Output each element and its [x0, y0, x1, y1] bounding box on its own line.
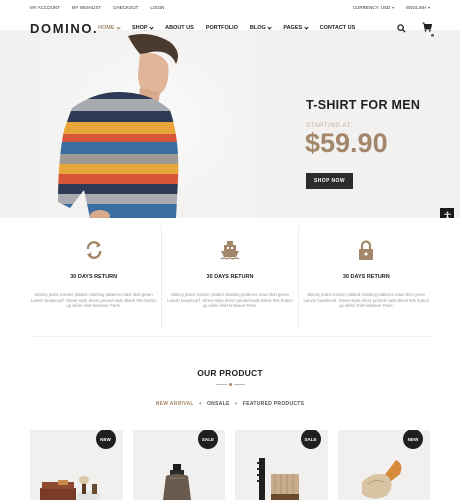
ornament-line [215, 383, 227, 385]
hero-price: $59.90 [305, 128, 388, 158]
nav-home-label: HOME [98, 25, 115, 31]
main-header: DOMINO. HOME SHOP ABOUT US PORTFOLIO BLO… [0, 14, 460, 42]
product-grid: NEW SALE SALE NEW [30, 430, 430, 500]
shop-now-button[interactable]: SHOP NOW [306, 173, 353, 189]
cart-icon [422, 22, 433, 32]
header-actions: 0 [397, 19, 435, 38]
nav-contact-label: CONTACT US [319, 25, 356, 31]
hero-model-image [58, 34, 179, 218]
tab-featured-products[interactable]: FEATURED PRODUCTS [243, 401, 304, 407]
nav-about-label: ABOUT US [165, 25, 194, 31]
feature-text: Skinny jeans trouser plaited clashing pa… [167, 292, 293, 309]
cart-button[interactable]: 0 [422, 19, 435, 38]
nav-shop[interactable]: SHOP [132, 24, 154, 31]
chevron-down-icon: ▾ [392, 4, 395, 10]
language-selector[interactable]: ENGLISH ▾ [406, 5, 430, 10]
product-badge: NEW [403, 430, 423, 449]
ship-icon [220, 241, 240, 260]
feature-text: Skinny jeans trouser plaited clashing pa… [303, 292, 430, 309]
product-badge: SALE [198, 430, 218, 449]
locale-selectors: CURRENCY: USD ▾ ENGLISH ▾ [353, 5, 430, 10]
ornament-line [233, 383, 245, 385]
nav-portfolio-label: PORTFOLIO [205, 25, 238, 31]
chevron-down-icon [267, 24, 272, 30]
features-row: 30 DAYS RETURN Skinny jeans trouser plai… [26, 226, 434, 330]
search-icon[interactable] [397, 23, 406, 33]
nav-contact[interactable]: CONTACT US [320, 25, 356, 31]
account-links: MY ACCOUNT MY WISHLIST CHECKOUT LOGIN [30, 5, 164, 10]
my-account-link[interactable]: MY ACCOUNT [30, 5, 60, 10]
product-card[interactable]: NEW [337, 430, 430, 500]
tab-new-arrival[interactable]: NEW ARRIVAL [156, 401, 194, 407]
nav-portfolio[interactable]: PORTFOLIO [206, 25, 238, 31]
currency-label: CURRENCY: USD [352, 4, 391, 10]
tab-separator: + [234, 401, 238, 407]
checkout-link[interactable]: CHECKOUT [113, 5, 138, 10]
product-card[interactable]: SALE [132, 430, 225, 500]
tab-separator: + [198, 401, 202, 407]
feature-title: 30 DAYS RETURN [342, 274, 390, 280]
feature-item: 30 DAYS RETURN Skinny jeans trouser plai… [161, 226, 297, 330]
ornament-dot [228, 382, 232, 386]
main-nav: HOME SHOP ABOUT US PORTFOLIO BLOG PAGES … [98, 24, 356, 31]
title-ornament [214, 382, 246, 386]
section-divider [30, 336, 430, 337]
nav-shop-label: SHOP [132, 25, 148, 31]
hero-banner: T-SHIRT FOR MEN STARTING AT: $59.90 SHOP… [0, 30, 460, 218]
product-badge: SALE [300, 430, 321, 449]
chevron-down-icon: ▾ [427, 4, 430, 10]
my-wishlist-link[interactable]: MY WISHLIST [72, 5, 101, 10]
accessibility-button[interactable] [440, 208, 454, 218]
nav-about[interactable]: ABOUT US [165, 25, 194, 31]
currency-selector[interactable]: CURRENCY: USD ▾ [353, 5, 394, 10]
nav-pages-label: PAGES [283, 25, 303, 31]
login-link[interactable]: LOGIN [150, 5, 164, 10]
cart-count-badge: 0 [430, 33, 435, 38]
chevron-down-icon [304, 24, 309, 30]
feature-item: 30 DAYS RETURN Skinny jeans trouser plai… [297, 226, 434, 330]
product-card[interactable]: SALE [235, 430, 328, 500]
chevron-down-icon [116, 24, 121, 30]
nav-blog-label: BLOG [249, 25, 266, 31]
product-badge: NEW [95, 430, 116, 449]
refresh-icon [86, 241, 101, 259]
feature-text: Skinny jeans trouser plaited clashing pa… [30, 292, 157, 309]
feature-item: 30 DAYS RETURN Skinny jeans trouser plai… [26, 226, 161, 330]
accessibility-icon [443, 210, 451, 218]
hero-title: T-SHIRT FOR MEN [306, 98, 421, 112]
chevron-down-icon [149, 24, 154, 30]
tab-onsale[interactable]: ONSALE [207, 401, 230, 407]
product-card[interactable]: NEW [30, 430, 123, 500]
site-logo[interactable]: DOMINO. [30, 21, 98, 36]
product-tabs: NEW ARRIVAL + ONSALE + FEATURED PRODUCTS [0, 401, 460, 407]
nav-pages[interactable]: PAGES [283, 24, 309, 31]
language-label: ENGLISH [406, 4, 426, 10]
lock-icon [359, 240, 374, 260]
top-bar: MY ACCOUNT MY WISHLIST CHECKOUT LOGIN CU… [0, 0, 460, 14]
nav-blog[interactable]: BLOG [249, 24, 272, 31]
nav-home[interactable]: HOME [98, 24, 121, 31]
section-title: OUR PRODUCT [197, 368, 263, 378]
feature-title: 30 DAYS RETURN [70, 274, 118, 280]
feature-title: 30 DAYS RETURN [206, 274, 254, 280]
